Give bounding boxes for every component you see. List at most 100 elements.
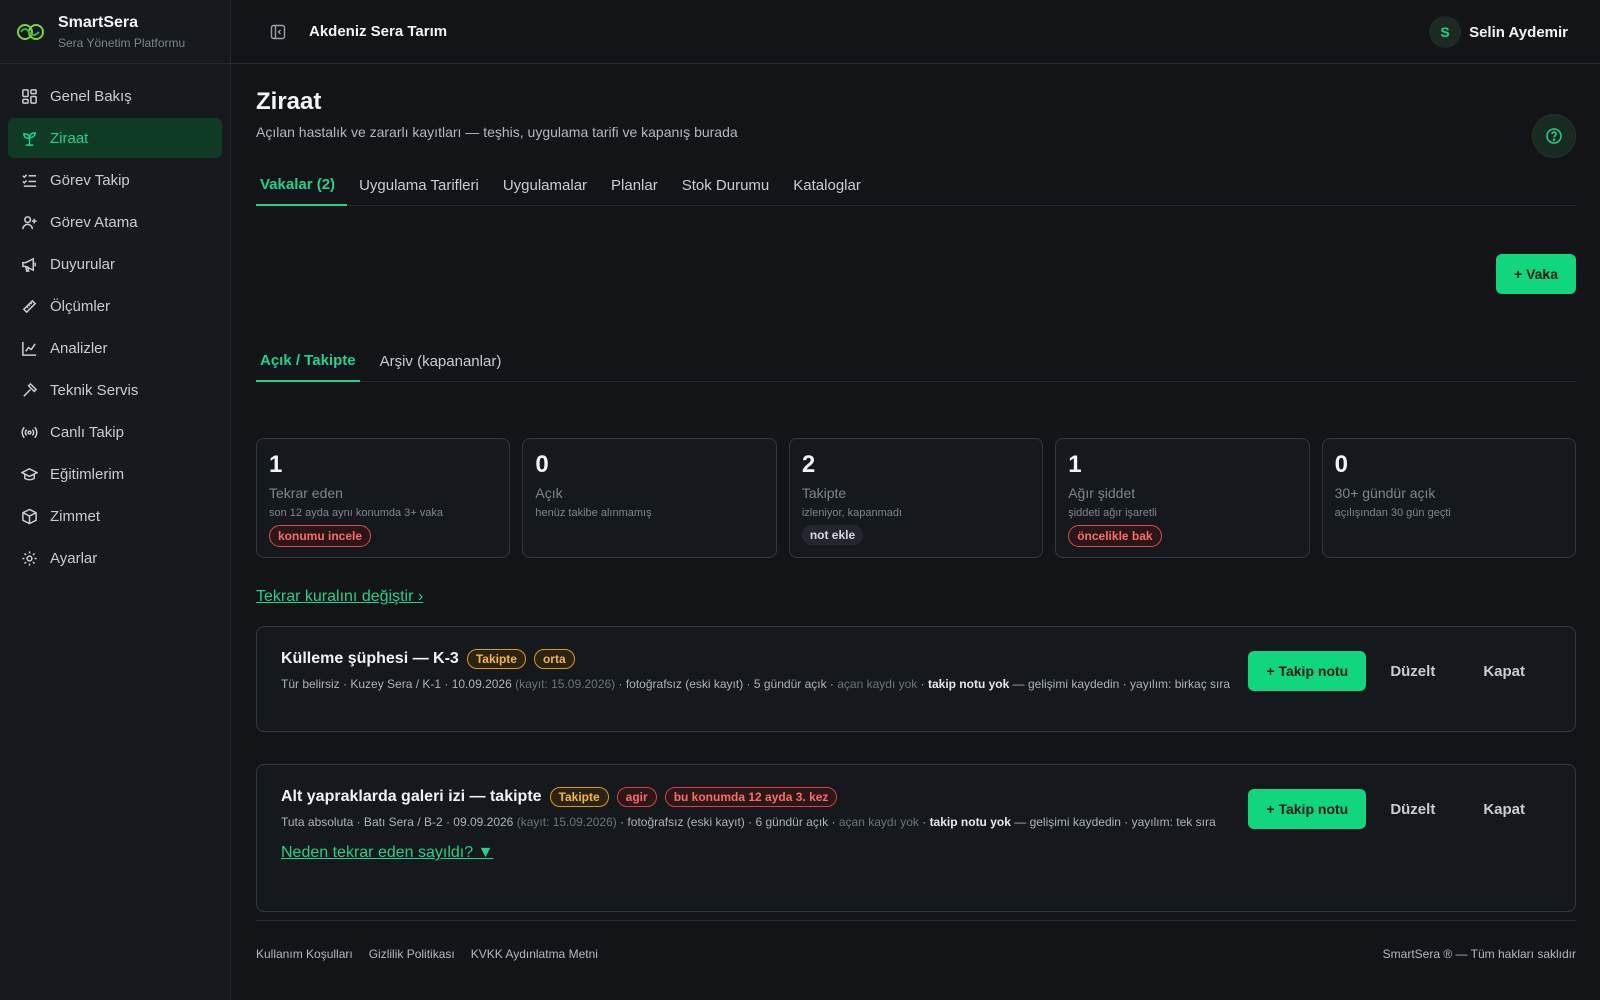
case-meta-no-note: takip notu yok [929,815,1011,829]
add-follow-note-button[interactable]: + Takip notu [1248,789,1367,829]
case-title: Külleme şüphesi — K-3 [281,650,459,667]
box-icon [20,507,38,525]
tab-kataloglar[interactable]: Kataloglar [789,164,873,206]
kvkk-link[interactable]: KVKK Aydınlatma Metni [471,947,598,961]
tab-stok-durumu[interactable]: Stok Durumu [678,164,782,206]
case-meta-no-note: takip notu yok [927,677,1010,691]
case-actions: + Takip notu Düzelt Kapat [1248,651,1549,691]
sidebar-item-ayarlar[interactable]: Ayarlar [8,538,222,578]
sidebar-item-label: Ayarlar [50,549,98,567]
privacy-link[interactable]: Gizlilik Politikası [369,947,455,961]
edit-button[interactable]: Düzelt [1366,789,1459,829]
stat-card-30-gun: 0 30+ gündür açık açılışından 30 gün geç… [1321,438,1577,558]
sidebar-item-olcumler[interactable]: Ölçümler [8,286,222,326]
toolbar: + Vaka [256,206,1576,340]
case-meta-text: Tuta absoluta · Batı Sera / B-2 · 09.09.… [281,815,517,829]
sidebar-item-ziraat[interactable]: Ziraat [8,118,222,158]
subtab-acik-takipte[interactable]: Açık / Takipte [256,340,360,382]
stat-label: Takipte [801,485,847,501]
stat-card-agir-siddet: 1 Ağır şiddet şiddeti ağır işaretli önce… [1055,438,1310,558]
sidebar-item-canli-takip[interactable]: Canlı Takip [8,412,222,452]
sidebar-item-egitimlerim[interactable]: Eğitimlerim [8,454,222,494]
stat-action-pill[interactable]: not ekle [801,525,864,545]
change-repeat-rule-link[interactable]: Tekrar kuralını değiştir › [256,588,423,606]
stat-label: Ağır şiddet [1068,485,1136,501]
case-meta: Tür belirsiz · Kuzey Sera / K-1 · 10.09.… [281,677,1241,692]
sidebar-item-label: Zimmet [50,507,100,525]
stat-hint: şiddeti ağır işaretli [1068,507,1157,519]
case-meta-record-date: (kayıt: 15.09.2026) [516,815,617,829]
organization-name: Akdeniz Sera Tarım [309,23,448,40]
stat-value: 2 [801,451,816,478]
tab-uygulama-tarifleri[interactable]: Uygulama Tarifleri [355,164,491,206]
user-plus-icon [20,213,38,231]
tab-uygulamalar[interactable]: Uygulamalar [499,164,599,206]
sidebar-item-label: Teknik Servis [50,381,139,399]
sidebar-item-label: Görev Atama [50,213,138,231]
case-meta-text: · fotoğrafsız (eski kayıt) · 6 gündür aç… [616,815,839,829]
stat-label: Tekrar eden [269,485,343,501]
sidebar: SmartSera Sera Yönetim Platformu Genel B… [0,0,231,1000]
case-meta-text: Tür belirsiz · Kuzey Sera / K-1 · 10.09.… [281,677,516,691]
stat-card-tekrar-eden: 1 Tekrar eden son 12 ayda aynı konumda 3… [256,438,511,558]
status-badge: Takipte [549,787,609,807]
sidebar-item-label: Duyurular [50,255,116,273]
case-card: Külleme şüphesi — K-3 Takipte orta Tür b… [256,626,1576,732]
sidebar-item-genel-bakis[interactable]: Genel Bakış [8,76,222,116]
sprout-icon [20,129,38,147]
sidebar-item-gorev-takip[interactable]: Görev Takip [8,160,222,200]
repeat-badge: bu konumda 12 ayda 3. kez [664,787,838,807]
case-meta-text: — gelişimi kaydedin · yayılım: birkaç sı… [1009,677,1231,691]
user-menu[interactable]: S Selin Aydemir [1429,16,1568,48]
avatar: S [1429,16,1462,48]
sidebar-item-duyurular[interactable]: Duyurular [8,244,222,284]
gear-icon [20,549,38,567]
sidebar-item-label: Analizler [50,339,108,357]
tab-planlar[interactable]: Planlar [607,164,670,206]
help-icon[interactable] [1532,114,1576,158]
footer-links: Kullanım Koşulları Gizlilik Politikası K… [256,947,598,961]
add-case-button[interactable]: + Vaka [1496,254,1576,294]
case-actions: + Takip notu Düzelt Kapat [1248,789,1549,829]
ruler-icon [20,297,38,315]
main-content: Ziraat Açılan hastalık ve zararlı kayıtl… [256,64,1577,912]
footer: Kullanım Koşulları Gizlilik Politikası K… [256,920,1576,961]
stat-hint: açılışından 30 gün geçti [1334,507,1451,519]
edit-button[interactable]: Düzelt [1366,651,1459,691]
topbar: Akdeniz Sera Tarım S Selin Aydemir [231,0,1600,64]
sidebar-item-zimmet[interactable]: Zimmet [8,496,222,536]
stat-hint: izleniyor, kapanmadı [801,507,903,519]
case-title: Alt yapraklarda galeri izi — takipte [281,788,542,805]
status-badge: Takipte [466,649,526,669]
add-follow-note-button[interactable]: + Takip notu [1248,651,1367,691]
close-case-button[interactable]: Kapat [1459,651,1549,691]
stat-action-pill[interactable]: öncelikle bak [1068,525,1162,547]
stat-card-acik: 0 Açık henüz takibe alınmamış [522,438,777,558]
close-case-button[interactable]: Kapat [1459,789,1549,829]
sidebar-item-gorev-atama[interactable]: Görev Atama [8,202,222,242]
sidebar-collapse-icon[interactable] [267,21,289,43]
hammer-icon [20,381,38,399]
sidebar-item-label: Ölçümler [50,297,111,315]
case-meta-text: — gelişimi kaydedin · yayılım: tek sıra [1010,815,1216,829]
stat-value: 0 [535,451,549,478]
terms-link[interactable]: Kullanım Koşulları [256,947,353,961]
sidebar-item-teknik-servis[interactable]: Teknik Servis [8,370,222,410]
case-meta-separator: · [918,815,930,829]
why-repeat-link[interactable]: Neden tekrar eden sayıldı? ▼ [281,844,493,862]
sidebar-item-label: Eğitimlerim [50,465,125,483]
broadcast-icon [20,423,38,441]
case-meta-opener: açan kaydı yok [837,677,918,691]
status-subtabs: Açık / Takipte Arşiv (kapananlar) [256,340,1576,382]
main-tabs: Vakalar (2) Uygulama Tarifleri Uygulamal… [256,164,1576,206]
case-meta-separator: · [917,677,928,691]
stat-value: 0 [1334,451,1348,478]
sidebar-item-label: Genel Bakış [50,87,132,105]
stats-row: 1 Tekrar eden son 12 ayda aynı konumda 3… [256,438,1577,558]
stat-value: 1 [1068,451,1082,478]
stat-action-pill[interactable]: konumu incele [269,525,372,547]
severity-badge: agir [616,787,657,807]
tab-vakalar[interactable]: Vakalar (2) [256,164,348,206]
subtab-arsiv[interactable]: Arşiv (kapananlar) [376,340,506,382]
sidebar-item-analizler[interactable]: Analizler [8,328,222,368]
